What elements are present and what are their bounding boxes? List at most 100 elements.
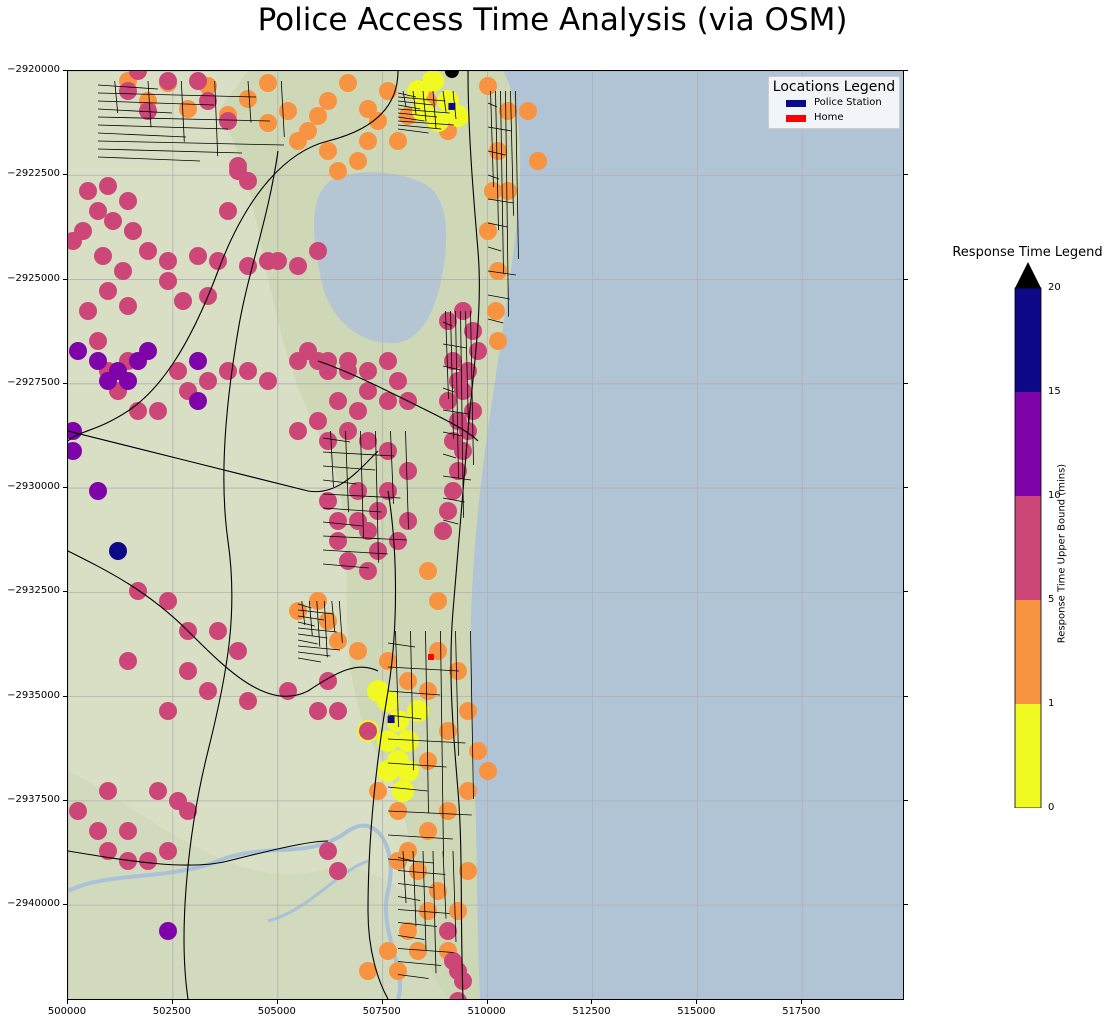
zone-5-10 bbox=[359, 432, 377, 450]
zone-5-10 bbox=[329, 702, 347, 720]
zone-5-10 bbox=[119, 822, 137, 840]
zone-1-5 bbox=[489, 142, 507, 160]
zone-1-5 bbox=[459, 862, 477, 880]
colorbar-extend-arrow bbox=[1015, 262, 1041, 288]
x-tick-label: 505000 bbox=[257, 1006, 296, 1017]
zone-1-5 bbox=[379, 942, 397, 960]
zone-5-10 bbox=[439, 502, 457, 520]
zone-1-5 bbox=[419, 682, 437, 700]
x-tick-mark bbox=[801, 1000, 803, 1004]
zone-1-5 bbox=[369, 782, 387, 800]
zone-5-10 bbox=[454, 302, 472, 320]
zone-5-10 bbox=[119, 652, 137, 670]
terrain-layer bbox=[68, 71, 903, 999]
y-tick-mark bbox=[904, 904, 908, 906]
colorbar-bin-10-15 bbox=[1015, 392, 1041, 496]
zone-1-5 bbox=[319, 142, 337, 160]
x-tick-label: 507500 bbox=[362, 1006, 401, 1017]
x-tick-label: 512500 bbox=[572, 1006, 611, 1017]
y-tick-label: −2940000 bbox=[7, 898, 60, 910]
zone-5-10 bbox=[89, 332, 107, 350]
map-canvas[interactable] bbox=[68, 71, 903, 999]
zone-1-5 bbox=[379, 82, 397, 100]
y-tick-mark bbox=[904, 382, 908, 384]
y-tick-mark bbox=[904, 70, 908, 71]
zone-5-10 bbox=[444, 432, 462, 450]
zone-5-10 bbox=[349, 402, 367, 420]
zone-5-10 bbox=[339, 552, 357, 570]
zone-5-10 bbox=[444, 482, 462, 500]
zone-1-5 bbox=[399, 672, 417, 690]
zone-5-10 bbox=[174, 292, 192, 310]
zone-10-15 bbox=[69, 342, 87, 360]
zone-5-10 bbox=[379, 352, 397, 370]
zone-5-10 bbox=[79, 182, 97, 200]
zone-1-5 bbox=[389, 962, 407, 980]
colorbar-tick-label: 0 bbox=[1048, 802, 1055, 813]
zone-5-10 bbox=[289, 422, 307, 440]
sea bbox=[470, 71, 903, 999]
zone-5-10 bbox=[129, 582, 147, 600]
zone-5-10 bbox=[89, 202, 107, 220]
zone-5-10 bbox=[99, 282, 117, 300]
zone-1-5 bbox=[489, 262, 507, 280]
zone-5-10 bbox=[309, 242, 327, 260]
zone-5-10 bbox=[189, 72, 207, 90]
legend-label-police-station: Police Station bbox=[814, 97, 882, 108]
zone-1-5 bbox=[349, 642, 367, 660]
zone-5-10 bbox=[69, 802, 87, 820]
zone-5-10 bbox=[299, 342, 317, 360]
x-tick-label: 500000 bbox=[47, 1006, 87, 1017]
response-colorbar bbox=[1014, 262, 1042, 808]
zone-5-10 bbox=[99, 177, 117, 195]
zone-10-15 bbox=[89, 352, 107, 370]
zone-5-10 bbox=[119, 192, 137, 210]
zone-5-10 bbox=[269, 252, 287, 270]
zone-5-10 bbox=[114, 262, 132, 280]
x-tick-mark bbox=[171, 1000, 173, 1004]
y-tick-mark bbox=[904, 799, 908, 801]
x-tick-label: 515000 bbox=[677, 1006, 716, 1017]
zone-1-5 bbox=[429, 592, 447, 610]
zone-5-10 bbox=[359, 522, 377, 540]
zone-1-5 bbox=[469, 742, 487, 760]
zone-10-15 bbox=[99, 372, 117, 390]
y-tick-label: −2930000 bbox=[7, 481, 60, 493]
colorbar-tick-label: 20 bbox=[1048, 282, 1061, 293]
zone-5-10 bbox=[119, 297, 137, 315]
zone-1-5 bbox=[369, 112, 387, 130]
y-tick-label: −2935000 bbox=[7, 689, 60, 701]
zone-1-5 bbox=[329, 632, 347, 650]
zone-5-10 bbox=[229, 162, 247, 180]
zone-1-5 bbox=[439, 802, 457, 820]
zone-5-10 bbox=[219, 362, 237, 380]
zone-5-10 bbox=[219, 112, 237, 130]
zone-5-10 bbox=[259, 372, 277, 390]
map-plot-area[interactable] bbox=[67, 70, 904, 1000]
colorbar-bin-5-10 bbox=[1015, 496, 1041, 600]
zone-5-10 bbox=[329, 862, 347, 880]
zone-5-10 bbox=[464, 402, 482, 420]
zone-5-10 bbox=[439, 922, 457, 940]
zone-1-5 bbox=[529, 152, 547, 170]
zone-1-5 bbox=[259, 74, 277, 92]
zone-5-10 bbox=[159, 252, 177, 270]
zone-1-5 bbox=[329, 162, 347, 180]
zone-1-5 bbox=[459, 702, 477, 720]
zone-5-10 bbox=[104, 212, 122, 230]
zone-5-10 bbox=[329, 392, 347, 410]
x-tick-mark bbox=[381, 1000, 383, 1004]
zone-5-10 bbox=[434, 522, 452, 540]
y-tick-mark bbox=[63, 70, 67, 71]
zone-5-10 bbox=[149, 402, 167, 420]
locations-legend: Locations Legend Police Station Home bbox=[768, 76, 900, 129]
zone-1-5 bbox=[419, 562, 437, 580]
zone-5-10 bbox=[339, 422, 357, 440]
zone-1-5 bbox=[479, 77, 497, 95]
colorbar-bin-1-5 bbox=[1015, 600, 1041, 704]
police-station-marker bbox=[448, 102, 456, 110]
zone-1-5 bbox=[489, 332, 507, 350]
zone-5-10 bbox=[319, 842, 337, 860]
y-tick-mark bbox=[63, 799, 67, 801]
y-tick-label: −2925000 bbox=[7, 272, 60, 284]
